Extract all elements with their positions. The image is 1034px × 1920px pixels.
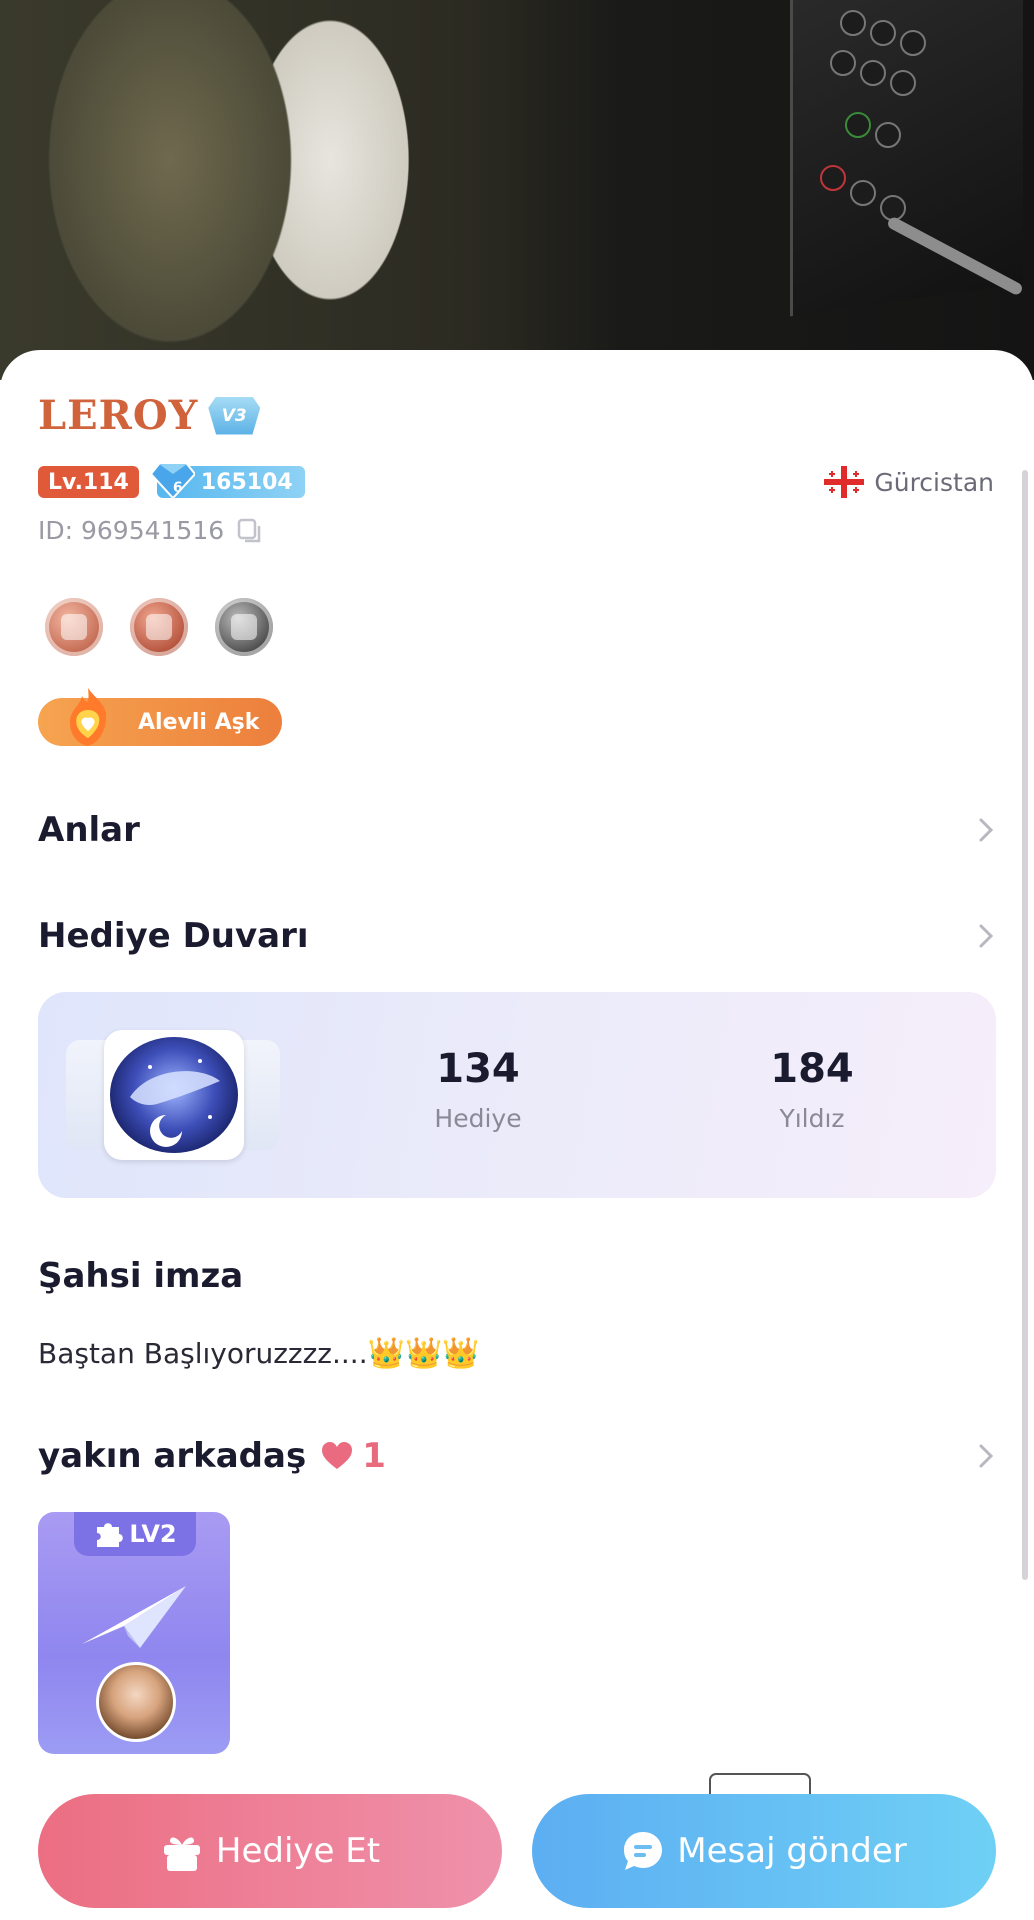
signature-title: Şahsi imza bbox=[38, 1256, 244, 1296]
paper-plane-icon bbox=[82, 1586, 186, 1648]
cover-detail bbox=[900, 30, 926, 56]
medal-badge[interactable] bbox=[215, 598, 273, 656]
puzzle-icon bbox=[97, 1523, 124, 1547]
crown-emoji: 👑👑👑 bbox=[367, 1336, 480, 1371]
close-friend-title: yakın arkadaş bbox=[38, 1436, 307, 1476]
gift-wall-card[interactable]: 134 Hediye 184 Yıldız bbox=[38, 992, 996, 1198]
gift-thumbnails bbox=[66, 1030, 280, 1160]
close-friend-card[interactable]: LV2 bbox=[38, 1512, 230, 1754]
user-id: ID: 969541516 bbox=[38, 516, 225, 545]
medal-list bbox=[45, 598, 300, 656]
chevron-right-icon bbox=[979, 1444, 994, 1468]
cover-detail bbox=[875, 122, 901, 148]
flame-badge-label: Alevli Aşk bbox=[138, 709, 260, 735]
level-tag[interactable]: Lv.114 bbox=[38, 466, 139, 498]
close-friend-count: 1 bbox=[362, 1436, 386, 1476]
send-gift-button[interactable]: Hediye Et bbox=[38, 1794, 502, 1908]
chevron-right-icon bbox=[979, 924, 994, 948]
gift-label: Hediye bbox=[434, 1104, 522, 1133]
cover-detail bbox=[845, 112, 871, 138]
send-message-button[interactable]: Mesaj gönder bbox=[532, 1794, 996, 1908]
star-count: 184 bbox=[770, 1046, 854, 1092]
friend-level: LV2 bbox=[129, 1520, 177, 1548]
close-friend-title-group: yakın arkadaş 1 bbox=[38, 1436, 386, 1476]
gift-thumb-main bbox=[104, 1030, 244, 1160]
level-tags: Lv.114 6 165104 bbox=[38, 463, 305, 500]
friend-avatar[interactable] bbox=[96, 1662, 176, 1742]
cover-detail bbox=[890, 70, 916, 96]
friend-level-tab: LV2 bbox=[74, 1512, 196, 1556]
diamond-level: 6 bbox=[172, 480, 183, 496]
profile-cover-photo[interactable] bbox=[0, 0, 1034, 380]
cover-detail bbox=[820, 165, 846, 191]
gift-stat: 134 Hediye bbox=[378, 1046, 578, 1133]
medal-badge[interactable] bbox=[130, 598, 188, 656]
signature-text: Baştan Başlıyoruzzzz....👑👑👑 bbox=[38, 1336, 480, 1371]
cover-detail bbox=[860, 60, 886, 86]
country: Gürcistan bbox=[824, 466, 994, 498]
diamond-count: 165104 bbox=[200, 469, 293, 495]
medal-badge[interactable] bbox=[45, 598, 103, 656]
flame-heart-icon bbox=[70, 688, 107, 746]
signature-message: Baştan Başlıyoruzzzz.... bbox=[38, 1337, 368, 1370]
user-id-row: ID: 969541516 bbox=[38, 516, 264, 545]
moments-title: Anlar bbox=[38, 810, 140, 850]
diamond-tag[interactable]: 6 165104 bbox=[150, 463, 305, 500]
username: LEROY bbox=[38, 392, 199, 439]
gift-count: 134 bbox=[436, 1046, 520, 1092]
flame-love-badge[interactable]: Alevli Aşk bbox=[38, 688, 282, 746]
cover-detail bbox=[870, 20, 896, 46]
cover-detail bbox=[840, 10, 866, 36]
cover-detail bbox=[850, 180, 876, 206]
name-row: LEROY V3 bbox=[38, 392, 261, 439]
country-name: Gürcistan bbox=[874, 467, 994, 497]
cover-detail bbox=[830, 50, 856, 76]
send-gift-label: Hediye Et bbox=[215, 1831, 381, 1871]
star-stat: 184 Yıldız bbox=[712, 1046, 912, 1133]
moments-header[interactable]: Anlar bbox=[38, 810, 996, 850]
send-message-label: Mesaj gönder bbox=[677, 1831, 907, 1871]
whale-gift-icon bbox=[110, 1037, 238, 1153]
gift-wall-header[interactable]: Hediye Duvarı bbox=[38, 916, 996, 956]
gift-wall-title: Hediye Duvarı bbox=[38, 916, 309, 956]
gift-box-icon bbox=[163, 1837, 200, 1871]
copy-icon[interactable] bbox=[236, 517, 264, 545]
close-friend-header[interactable]: yakın arkadaş 1 bbox=[38, 1436, 996, 1476]
vip-badge-icon[interactable]: V3 bbox=[208, 396, 261, 435]
scrollbar[interactable] bbox=[1022, 470, 1028, 1580]
signature-header: Şahsi imza bbox=[38, 1256, 996, 1296]
chevron-right-icon bbox=[979, 818, 994, 842]
heart-icon bbox=[322, 1442, 353, 1469]
georgia-flag-icon bbox=[824, 466, 865, 498]
star-label: Yıldız bbox=[779, 1104, 845, 1133]
chat-bubble-icon bbox=[624, 1832, 663, 1870]
